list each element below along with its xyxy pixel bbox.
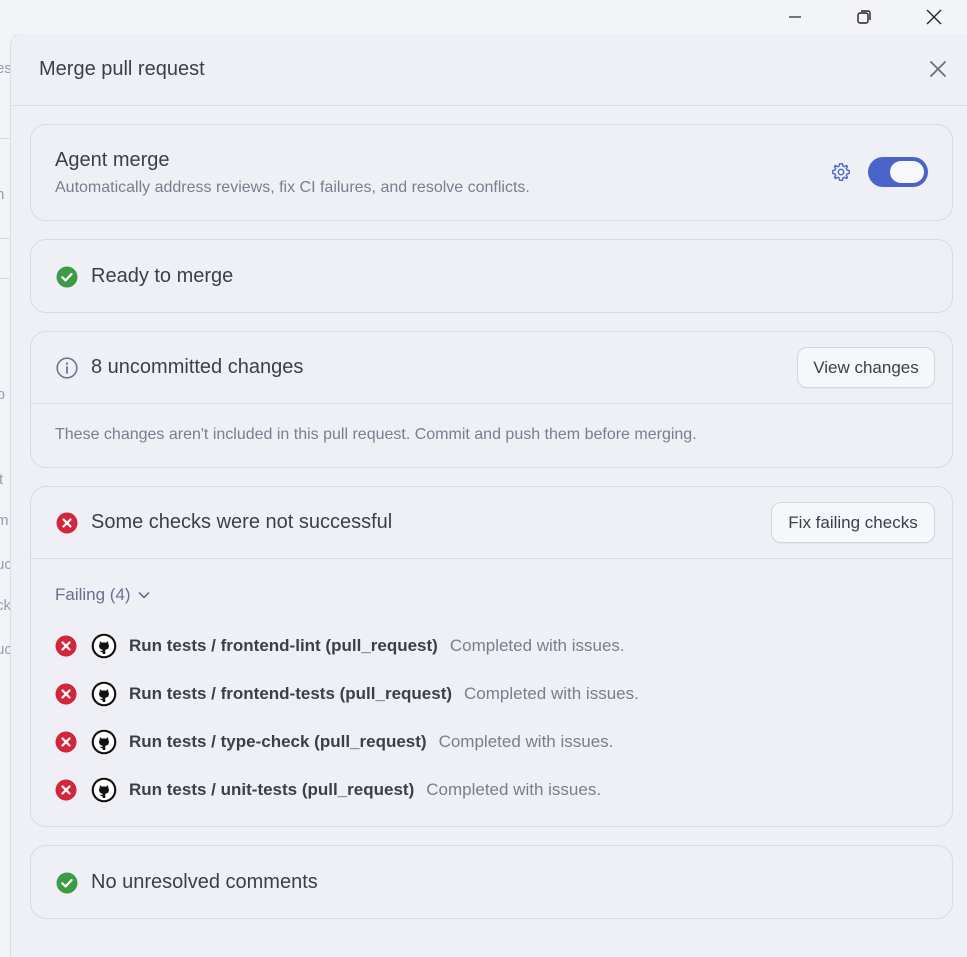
close-icon	[930, 61, 946, 77]
github-icon	[91, 729, 117, 755]
window-titlebar	[0, 0, 967, 34]
background-text: lib	[0, 386, 6, 403]
minimize-icon	[789, 16, 801, 18]
agent-merge-title: Agent merge	[55, 149, 170, 171]
uncommitted-note: These changes aren't included in this pu…	[55, 426, 697, 443]
check-item[interactable]: Run tests / frontend-lint (pull_request)…	[55, 633, 625, 659]
merge-pull-request-dialog: Merge pull request Agent merge Automatic…	[10, 34, 967, 957]
checks-card: Some checks were not successful Fix fail…	[30, 486, 953, 827]
check-status: Completed with issues.	[464, 684, 639, 703]
divider	[31, 558, 952, 559]
window-close-button[interactable]	[911, 0, 957, 34]
background-text: h	[0, 186, 5, 203]
chevron-down-icon	[138, 592, 149, 599]
agent-merge-description: Automatically address reviews, fix CI fa…	[55, 179, 530, 196]
info-icon	[56, 357, 78, 379]
agent-merge-card: Agent merge Automatically address review…	[30, 124, 953, 221]
checks-status	[55, 511, 79, 535]
divider	[31, 403, 952, 404]
github-icon	[91, 681, 117, 707]
uncommitted-title: 8 uncommitted changes	[91, 356, 304, 378]
agent-merge-toggle[interactable]	[868, 157, 928, 187]
checks-title: Some checks were not successful	[91, 511, 393, 533]
check-name: Run tests / frontend-tests (pull_request…	[129, 684, 453, 703]
background-text: m	[0, 512, 9, 529]
uncommitted-info	[55, 356, 79, 380]
check-status: Completed with issues.	[438, 732, 614, 751]
check-status: Completed with issues.	[449, 636, 625, 655]
check-item[interactable]: Run tests / frontend-tests (pull_request…	[55, 681, 639, 707]
restore-icon	[857, 10, 871, 24]
close-icon	[926, 9, 942, 25]
check-name: Run tests / unit-tests (pull_request)	[129, 780, 415, 799]
ready-to-merge-label: Ready to merge	[91, 265, 234, 287]
x-circle-icon	[56, 512, 78, 534]
fix-failing-checks-button[interactable]: Fix failing checks	[771, 502, 935, 543]
check-status: Completed with issues.	[426, 780, 602, 799]
github-icon	[91, 777, 117, 803]
comments-card: No unresolved comments	[30, 845, 953, 919]
github-icon	[91, 633, 117, 659]
ready-to-merge-card: Ready to merge	[30, 239, 953, 313]
dialog-header: Merge pull request	[11, 34, 967, 106]
uncommitted-changes-card: 8 uncommitted changes View changes These…	[30, 331, 953, 468]
check-name: Run tests / frontend-lint (pull_request)	[129, 636, 438, 655]
check-circle-icon	[56, 872, 78, 894]
toggle-knob	[890, 161, 924, 183]
comments-status	[55, 871, 79, 895]
x-circle-icon	[55, 635, 77, 657]
failing-group-toggle[interactable]: Failing (4)	[55, 585, 151, 605]
x-circle-icon	[55, 683, 77, 705]
comments-label: No unresolved comments	[91, 871, 318, 893]
gear-icon	[832, 163, 850, 181]
check-item[interactable]: Run tests / unit-tests (pull_request) Co…	[55, 777, 601, 803]
checks-header: Some checks were not successful Fix fail…	[31, 487, 952, 558]
x-circle-icon	[55, 731, 77, 753]
x-circle-icon	[55, 779, 77, 801]
check-item[interactable]: Run tests / type-check (pull_request) Co…	[55, 729, 613, 755]
failing-label: Failing (4)	[55, 585, 131, 604]
background-text: -t	[0, 471, 4, 488]
ready-status	[55, 265, 79, 289]
dialog-close-button[interactable]	[927, 58, 949, 80]
minimize-button[interactable]	[772, 0, 818, 34]
check-circle-icon	[56, 266, 78, 288]
check-name: Run tests / type-check (pull_request)	[129, 732, 427, 751]
agent-merge-settings-button[interactable]	[829, 160, 853, 184]
restore-button[interactable]	[841, 0, 887, 34]
view-changes-button[interactable]: View changes	[797, 347, 935, 388]
dialog-title: Merge pull request	[39, 58, 205, 80]
uncommitted-header: 8 uncommitted changes View changes	[31, 332, 952, 403]
